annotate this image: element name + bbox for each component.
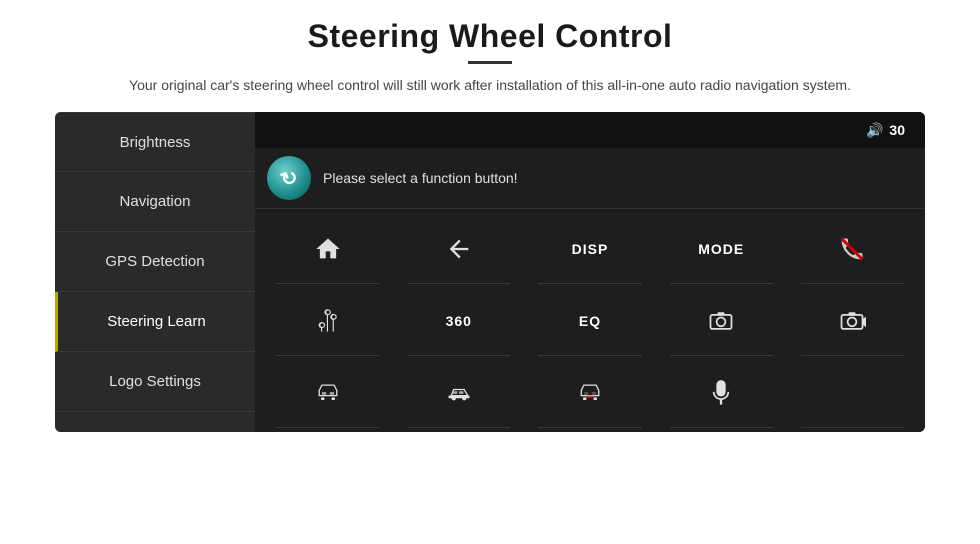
main-content: 🔊 30 ↻ Please select a function button! bbox=[255, 112, 925, 432]
grid-cell-tune[interactable] bbox=[263, 286, 392, 356]
sidebar-item-gps[interactable]: GPS Detection bbox=[55, 232, 255, 292]
sidebar-item-navigation[interactable]: Navigation bbox=[55, 172, 255, 232]
car-panel: Brightness Navigation GPS Detection Stee… bbox=[55, 112, 925, 432]
page-title: Steering Wheel Control bbox=[308, 18, 673, 55]
grid-cell-car-side[interactable] bbox=[394, 358, 523, 428]
grid-cell-camera2[interactable] bbox=[788, 286, 917, 356]
grid-cell-camera1[interactable] bbox=[657, 286, 786, 356]
no-call-icon bbox=[838, 235, 866, 263]
top-bar: 🔊 30 bbox=[255, 112, 925, 148]
sidebar-item-steering[interactable]: Steering Learn bbox=[55, 292, 255, 352]
grid-cell-car-back[interactable] bbox=[525, 358, 654, 428]
camera2-icon bbox=[838, 307, 866, 335]
grid-cell-no-call[interactable] bbox=[788, 213, 917, 283]
grid-cell-eq[interactable]: EQ bbox=[525, 286, 654, 356]
grid-cell-disp[interactable]: DISP bbox=[525, 213, 654, 283]
disp-label: DISP bbox=[572, 241, 609, 257]
refresh-button[interactable]: ↻ bbox=[267, 156, 311, 200]
camera1-icon bbox=[707, 307, 735, 335]
tune-icon bbox=[314, 307, 342, 335]
grid-cell-mode[interactable]: MODE bbox=[657, 213, 786, 283]
grid-cell-360[interactable]: 360 bbox=[394, 286, 523, 356]
home-icon bbox=[314, 235, 342, 263]
grid-cell-mic[interactable] bbox=[657, 358, 786, 428]
grid-cell-empty5 bbox=[788, 358, 917, 428]
mic-icon bbox=[707, 379, 735, 407]
car-back-icon bbox=[576, 379, 604, 407]
function-header: ↻ Please select a function button! bbox=[255, 148, 925, 209]
car-side-icon bbox=[445, 379, 473, 407]
car-front-icon bbox=[314, 379, 342, 407]
page-subtitle: Your original car's steering wheel contr… bbox=[129, 74, 851, 96]
sidebar: Brightness Navigation GPS Detection Stee… bbox=[55, 112, 255, 432]
eq-label: EQ bbox=[579, 313, 601, 329]
360-label: 360 bbox=[446, 313, 472, 329]
grid-cell-back[interactable] bbox=[394, 213, 523, 283]
grid-cell-home[interactable] bbox=[263, 213, 392, 283]
volume-icon: 🔊 bbox=[866, 122, 883, 139]
mode-label: MODE bbox=[698, 241, 744, 257]
button-grid: DISP MODE 360 EQ bbox=[255, 209, 925, 432]
refresh-icon: ↻ bbox=[277, 164, 301, 193]
sidebar-item-brightness[interactable]: Brightness bbox=[55, 112, 255, 172]
function-area: ↻ Please select a function button! DISP bbox=[255, 148, 925, 432]
grid-cell-car-front[interactable] bbox=[263, 358, 392, 428]
title-divider bbox=[468, 61, 512, 64]
page-wrapper: Steering Wheel Control Your original car… bbox=[0, 0, 980, 544]
back-icon bbox=[445, 235, 473, 263]
sidebar-item-logo[interactable]: Logo Settings bbox=[55, 352, 255, 412]
volume-number: 30 bbox=[889, 122, 905, 138]
function-prompt: Please select a function button! bbox=[323, 170, 518, 186]
